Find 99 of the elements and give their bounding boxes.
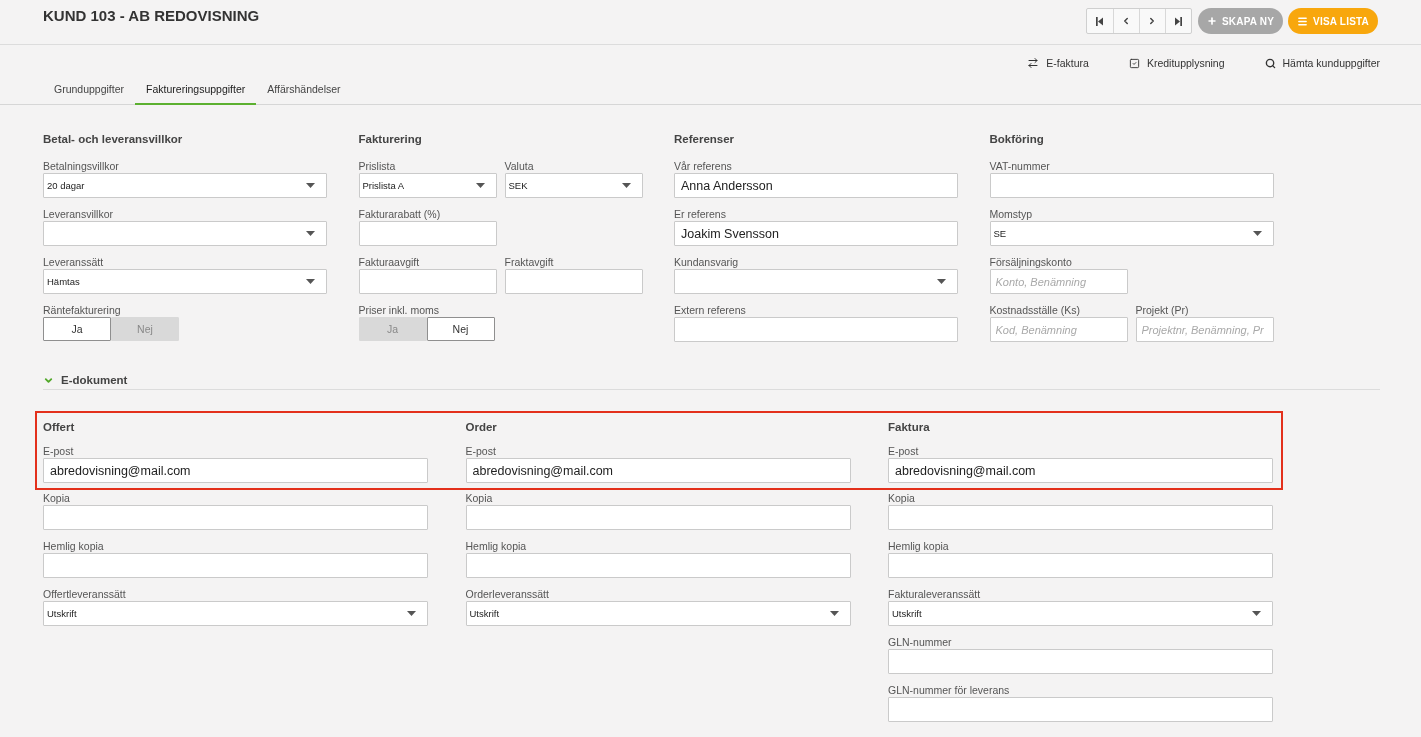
field-label: Momstyp bbox=[989, 208, 1033, 221]
chevron-down-icon[interactable] bbox=[43, 375, 54, 386]
field-label: Offertleveranssätt bbox=[43, 588, 126, 601]
input-field[interactable] bbox=[989, 173, 1274, 198]
swap-arrows-icon bbox=[1027, 57, 1040, 69]
field-label: Extern referens bbox=[674, 304, 746, 317]
input-field[interactable] bbox=[43, 505, 428, 530]
toolbar-link[interactable]: Kreditupplysning bbox=[1128, 57, 1225, 69]
input-field[interactable] bbox=[504, 269, 643, 294]
input-field[interactable] bbox=[888, 697, 1273, 722]
field-label: Kopia bbox=[43, 492, 70, 505]
input-field[interactable] bbox=[888, 553, 1273, 578]
skip-back-icon bbox=[1096, 16, 1104, 26]
caret-down-icon bbox=[1252, 231, 1262, 236]
section-heading: Betal- och leveransvillkor bbox=[43, 133, 183, 146]
caret-down-icon bbox=[306, 183, 315, 188]
field-label: Fakturaavgift bbox=[358, 256, 420, 269]
skip-forward-icon bbox=[1174, 16, 1182, 26]
section-heading: Order bbox=[465, 421, 497, 434]
dropdown-field[interactable]: 20 dagar bbox=[43, 173, 327, 198]
caret-down-icon bbox=[621, 183, 631, 188]
input-field[interactable] bbox=[358, 221, 497, 246]
tab[interactable]: Grunduppgifter bbox=[43, 81, 136, 105]
field-label: Betalningsvillkor bbox=[43, 160, 119, 173]
caret-down-icon bbox=[306, 231, 315, 236]
lookup-field[interactable]: Konto, Benämning bbox=[989, 269, 1128, 294]
input-field[interactable] bbox=[888, 649, 1273, 674]
input-field[interactable] bbox=[43, 553, 428, 578]
field-label: Er referens bbox=[674, 208, 726, 221]
field-label: Prislista bbox=[358, 160, 396, 173]
search-icon bbox=[1264, 57, 1276, 69]
input-field[interactable] bbox=[465, 553, 851, 578]
field-label: Räntefakturering bbox=[43, 304, 121, 317]
text-field[interactable]: Joakim Svensson bbox=[674, 221, 958, 246]
caret-down-icon bbox=[1252, 611, 1261, 616]
field-label: E-post bbox=[465, 445, 496, 458]
caret-down-icon bbox=[475, 183, 485, 188]
field-label: Hemlig kopia bbox=[43, 540, 104, 553]
section-heading: Offert bbox=[43, 421, 75, 434]
lookup-field[interactable]: Projektnr, Benämning, Pr bbox=[1135, 317, 1274, 342]
text-field[interactable]: abredovisning@mail.com bbox=[465, 458, 851, 483]
field-label: Orderleveranssätt bbox=[465, 588, 549, 601]
field-label: Fakturarabatt (%) bbox=[358, 208, 441, 221]
dropdown-field[interactable]: SEK bbox=[504, 173, 643, 198]
dropdown-field[interactable]: Prislista A bbox=[358, 173, 497, 198]
tab[interactable]: Affärshändelser bbox=[256, 81, 352, 105]
caret-down-icon bbox=[407, 611, 416, 616]
toolbar-link[interactable]: E-faktura bbox=[1027, 57, 1089, 69]
text-field[interactable]: abredovisning@mail.com bbox=[888, 458, 1273, 483]
section-heading: Referenser bbox=[674, 133, 735, 146]
field-label: E-post bbox=[888, 445, 919, 458]
text-field[interactable]: abredovisning@mail.com bbox=[43, 458, 428, 483]
toggle-option[interactable]: Ja bbox=[43, 317, 111, 341]
field-label: Försäljningskonto bbox=[989, 256, 1072, 269]
caret-down-icon bbox=[829, 611, 839, 616]
tab[interactable]: Faktureringsuppgifter bbox=[135, 81, 257, 105]
menu-icon bbox=[1297, 15, 1309, 27]
input-field[interactable] bbox=[888, 505, 1273, 530]
field-label: E-post bbox=[43, 445, 74, 458]
field-label: GLN-nummer för leverans bbox=[888, 684, 1010, 697]
field-label: VAT-nummer bbox=[989, 160, 1050, 173]
toggle-option[interactable]: Nej bbox=[426, 317, 495, 341]
plus-icon bbox=[1206, 16, 1217, 26]
dropdown-field[interactable]: SE bbox=[989, 221, 1274, 246]
field-label: Kopia bbox=[888, 492, 915, 505]
section-heading: Bokföring bbox=[989, 133, 1044, 146]
dropdown-field[interactable]: Hämtas bbox=[43, 269, 327, 294]
checked-box-icon bbox=[1128, 57, 1140, 69]
field-label: Hemlig kopia bbox=[888, 540, 949, 553]
section-heading: Faktura bbox=[888, 421, 930, 434]
page-title: KUND 103 - AB REDOVISNING bbox=[43, 8, 260, 24]
input-field[interactable] bbox=[465, 505, 851, 530]
field-label: Projekt (Pr) bbox=[1135, 304, 1189, 317]
field-label: Priser inkl. moms bbox=[358, 304, 439, 317]
caret-down-icon bbox=[937, 279, 946, 284]
section-heading: E-dokument bbox=[61, 374, 128, 387]
field-label: Fraktavgift bbox=[504, 256, 554, 269]
toolbar-link[interactable]: Hämta kunduppgifter bbox=[1264, 57, 1380, 69]
field-label: Fakturaleveranssätt bbox=[888, 588, 981, 601]
field-label: Leveransvillkor bbox=[43, 208, 114, 221]
field-label: Kostnadsställe (Ks) bbox=[989, 304, 1080, 317]
field-label: Kundansvarig bbox=[674, 256, 739, 269]
input-field[interactable] bbox=[674, 317, 958, 342]
caret-down-icon bbox=[306, 279, 315, 284]
lookup-field[interactable]: Kod, Benämning bbox=[989, 317, 1128, 342]
dropdown-field[interactable] bbox=[43, 221, 327, 246]
field-label: Leveranssätt bbox=[43, 256, 104, 269]
dropdown-field[interactable]: Utskrift bbox=[465, 601, 851, 626]
dropdown-field[interactable]: Utskrift bbox=[43, 601, 428, 626]
field-label: Kopia bbox=[465, 492, 493, 505]
field-label: GLN-nummer bbox=[888, 636, 952, 649]
field-label: Vår referens bbox=[674, 160, 732, 173]
dropdown-field[interactable]: Utskrift bbox=[888, 601, 1273, 626]
text-field[interactable]: Anna Andersson bbox=[674, 173, 958, 198]
field-label: Hemlig kopia bbox=[465, 540, 527, 553]
field-label: Valuta bbox=[504, 160, 534, 173]
input-field[interactable] bbox=[358, 269, 497, 294]
section-heading: Fakturering bbox=[358, 133, 422, 146]
dropdown-field[interactable] bbox=[674, 269, 958, 294]
